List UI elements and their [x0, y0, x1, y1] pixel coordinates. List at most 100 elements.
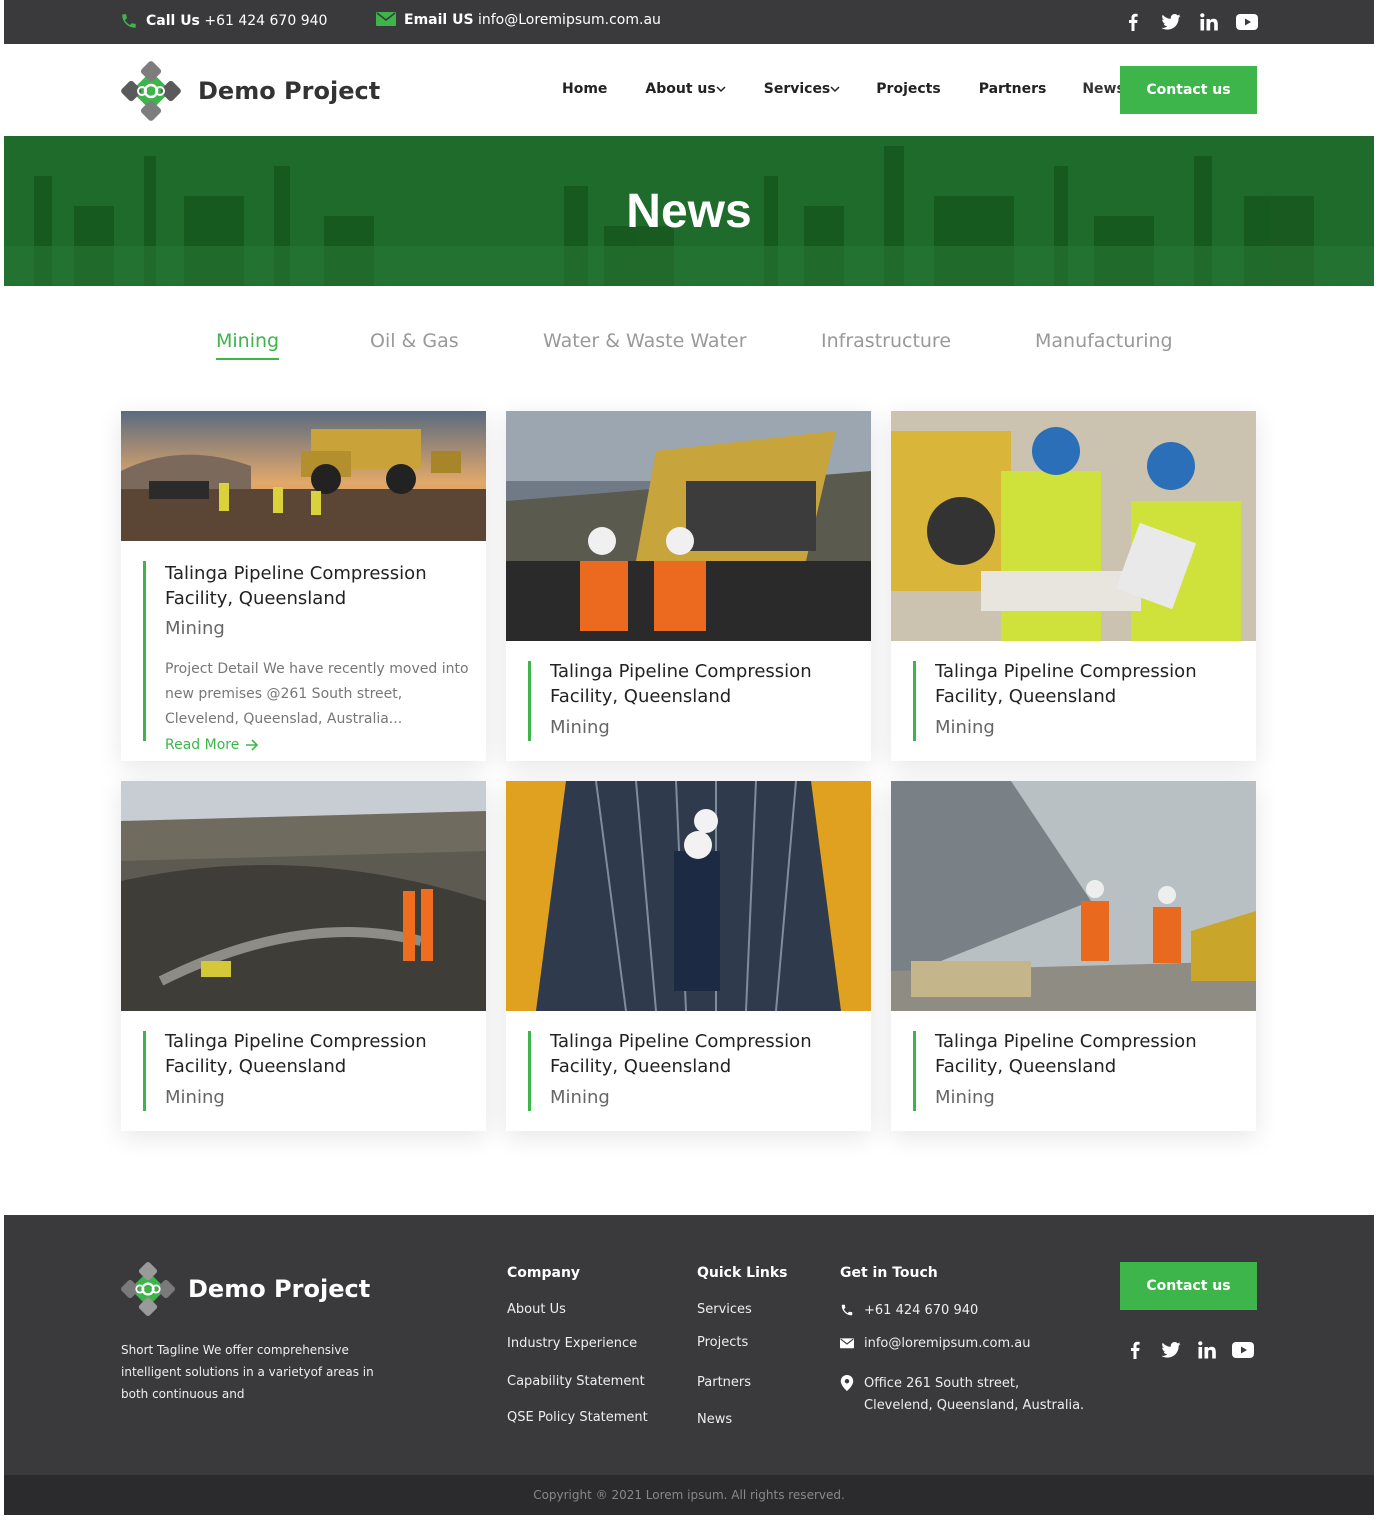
card-body: Talinga Pipeline Compression Facility, Q… [528, 661, 858, 741]
logo-mark-icon [121, 61, 181, 121]
read-more-link[interactable]: Read More [165, 737, 259, 753]
youtube-icon[interactable] [1236, 11, 1258, 33]
email-us[interactable]: Email US info@Loremipsum.com.au [376, 12, 661, 28]
footer-link-partners[interactable]: Partners [697, 1375, 751, 1390]
card-accent-bar [913, 1031, 916, 1111]
nav-services-label: Services [763, 81, 831, 97]
logo-mark-icon [121, 1262, 175, 1316]
card-title[interactable]: Talinga Pipeline Compression Facility, Q… [165, 561, 475, 611]
copyright-bar: Copyright ® 2021 Lorem ipsum. All rights… [4, 1475, 1374, 1515]
card-title[interactable]: Talinga Pipeline Compression Facility, Q… [165, 1029, 475, 1079]
news-card[interactable]: Talinga Pipeline Compression Facility, Q… [506, 781, 871, 1131]
facebook-icon[interactable] [1122, 11, 1144, 33]
tab-oil-gas[interactable]: Oil & Gas [370, 330, 459, 352]
card-image [891, 781, 1256, 1011]
linkedin-icon[interactable] [1196, 1339, 1218, 1361]
footer-company: Company About Us Industry Experience Cap… [507, 1265, 687, 1445]
footer-link-qse-policy[interactable]: QSE Policy Statement [507, 1410, 648, 1425]
nav-about[interactable]: About us [645, 81, 726, 97]
footer-email[interactable]: info@loremipsum.com.au [840, 1333, 1030, 1355]
email-label: Email US [404, 12, 474, 28]
linkedin-icon[interactable] [1198, 11, 1220, 33]
news-card[interactable]: Talinga Pipeline Compression Facility, Q… [891, 411, 1256, 761]
footer-link-services[interactable]: Services [697, 1302, 752, 1317]
hero-banner: News [4, 136, 1374, 286]
card-description: Project Detail We have recently moved in… [165, 661, 469, 727]
news-card[interactable]: Talinga Pipeline Compression Facility, Q… [891, 781, 1256, 1131]
youtube-icon[interactable] [1232, 1339, 1254, 1361]
news-card[interactable]: Talinga Pipeline Compression Facility, Q… [506, 411, 871, 761]
card-body: Talinga Pipeline Compression Facility, Q… [913, 1031, 1243, 1111]
footer-email-value: info@loremipsum.com.au [864, 1336, 1031, 1351]
logo[interactable]: Demo Project [120, 60, 380, 122]
footer-phone-value: +61 424 670 940 [864, 1303, 979, 1318]
card-title[interactable]: Talinga Pipeline Compression Facility, Q… [550, 659, 860, 709]
footer-link-news[interactable]: News [697, 1412, 732, 1427]
card-category: Mining [165, 1087, 225, 1108]
twitter-icon[interactable] [1160, 11, 1182, 33]
read-more-label: Read More [165, 737, 240, 753]
footer-address-line1: Office 261 South street, [864, 1376, 1020, 1391]
call-value: +61 424 670 940 [204, 13, 328, 29]
card-image [121, 781, 486, 1011]
chevron-down-icon [830, 86, 840, 93]
footer-contact-button[interactable]: Contact us [1120, 1262, 1257, 1310]
nav-projects[interactable]: Projects [876, 81, 940, 97]
card-category: Mining [550, 717, 610, 738]
top-social-links [1122, 11, 1258, 33]
call-us[interactable]: Call Us +61 424 670 940 [120, 12, 327, 30]
footer-quick-links: Quick Links Services Projects Partners N… [697, 1265, 817, 1445]
card-category: Mining [935, 717, 995, 738]
footer-company-heading: Company [507, 1265, 581, 1281]
footer-address: Office 261 South street, Clevelend, Quee… [840, 1373, 1084, 1417]
facebook-icon[interactable] [1124, 1339, 1146, 1361]
card-body: Talinga Pipeline Compression Facility, Q… [143, 1031, 473, 1111]
tab-mining[interactable]: Mining [216, 330, 280, 360]
tab-infrastructure[interactable]: Infrastructure [821, 330, 951, 352]
nav-services[interactable]: Services [764, 81, 841, 97]
card-accent-bar [528, 1031, 531, 1111]
card-image [506, 411, 871, 641]
page: Call Us +61 424 670 940 Email US info@Lo… [4, 0, 1374, 1518]
card-title[interactable]: Talinga Pipeline Compression Facility, Q… [935, 1029, 1245, 1079]
card-image [891, 411, 1256, 641]
footer-phone[interactable]: +61 424 670 940 [840, 1300, 978, 1322]
footer: Demo Project Short Tagline We offer comp… [4, 1215, 1374, 1475]
header-contact-button[interactable]: Contact us [1120, 66, 1257, 114]
location-pin-icon [840, 1375, 854, 1391]
footer-link-capability-statement[interactable]: Capability Statement [507, 1374, 645, 1389]
footer-logo-text: Demo Project [188, 1275, 371, 1303]
card-category: Mining [550, 1087, 610, 1108]
card-body: Talinga Pipeline Compression Facility, Q… [143, 561, 475, 753]
footer-get-in-touch: Get in Touch +61 424 670 940 info@loremi… [840, 1265, 1090, 1445]
footer-get-in-touch-heading: Get in Touch [840, 1265, 938, 1281]
news-card[interactable]: Talinga Pipeline Compression Facility, Q… [121, 411, 486, 761]
tab-manufacturing[interactable]: Manufacturing [1035, 330, 1173, 352]
card-title[interactable]: Talinga Pipeline Compression Facility, Q… [550, 1029, 860, 1079]
nav-news[interactable]: News [1082, 81, 1124, 97]
footer-address-line2: Clevelend, Queensland, Australia. [864, 1398, 1085, 1413]
footer-logo[interactable]: Demo Project [120, 1261, 370, 1317]
card-accent-bar [913, 661, 916, 741]
call-label: Call Us [146, 13, 200, 29]
nav-home[interactable]: Home [562, 81, 607, 97]
card-accent-bar [143, 561, 146, 741]
main-header: Demo Project Home About us Services Proj… [4, 44, 1374, 136]
card-title[interactable]: Talinga Pipeline Compression Facility, Q… [935, 659, 1245, 709]
phone-icon [841, 1304, 853, 1316]
card-accent-bar [528, 661, 531, 741]
card-body: Talinga Pipeline Compression Facility, Q… [528, 1031, 858, 1111]
tab-water[interactable]: Water & Waste Water [543, 330, 747, 352]
news-card[interactable]: Talinga Pipeline Compression Facility, Q… [121, 781, 486, 1131]
card-category: Mining [165, 618, 225, 639]
nav-about-label: About us [645, 81, 716, 97]
footer-link-projects[interactable]: Projects [697, 1335, 748, 1350]
logo-text: Demo Project [198, 77, 381, 105]
footer-link-about-us[interactable]: About Us [507, 1302, 566, 1317]
copyright-text: Copyright ® 2021 Lorem ipsum. All rights… [533, 1488, 845, 1502]
card-image [121, 411, 486, 541]
footer-quick-links-heading: Quick Links [697, 1265, 788, 1281]
nav-partners[interactable]: Partners [979, 81, 1047, 97]
footer-link-industry-experience[interactable]: Industry Experience [507, 1336, 637, 1351]
twitter-icon[interactable] [1160, 1339, 1182, 1361]
